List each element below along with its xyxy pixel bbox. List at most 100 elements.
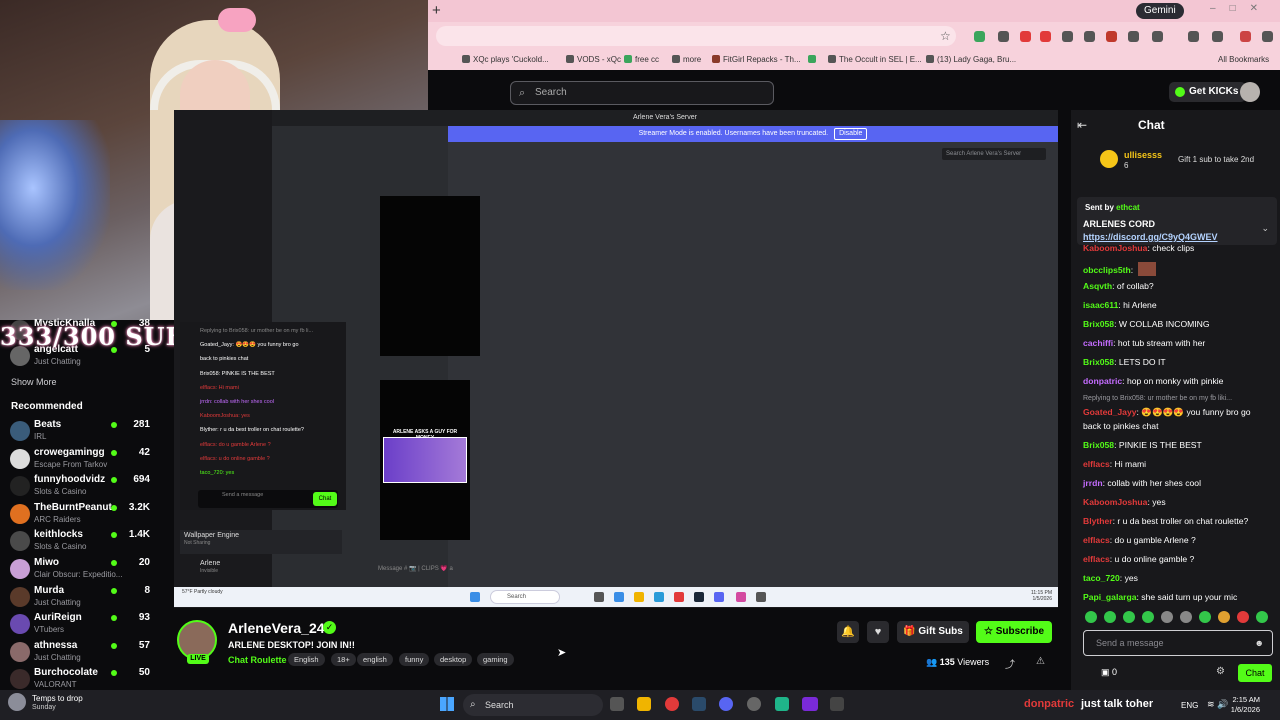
get-kicks-button[interactable]: Get KICKs <box>1169 82 1247 102</box>
share-icon[interactable]: ⤴ <box>1005 656 1015 671</box>
bookmark-item[interactable]: XQc plays 'Cuckold... <box>462 55 549 64</box>
wifi-icon[interactable]: ≋ 🔊 <box>1207 699 1228 710</box>
extension-icon[interactable] <box>1020 31 1031 42</box>
extension-icon[interactable] <box>1084 31 1095 42</box>
stream-tag[interactable]: 18+ <box>331 653 356 666</box>
task-view-icon[interactable] <box>610 697 624 711</box>
language-indicator[interactable]: ENG <box>1181 701 1198 710</box>
extension-icon[interactable] <box>1188 31 1199 42</box>
emote-icon[interactable] <box>1123 611 1135 623</box>
extension-icon[interactable] <box>1212 31 1223 42</box>
collapse-chat-icon[interactable]: ⇤ <box>1077 118 1087 132</box>
emote-icon[interactable] <box>1085 611 1097 623</box>
pinned-link[interactable]: https://discord.gg/C9yQ4GWEV <box>1083 232 1218 242</box>
obs-icon[interactable] <box>747 697 761 711</box>
emote-icon[interactable] <box>1218 611 1230 623</box>
chat-username[interactable]: Papi_galarga <box>1083 592 1137 602</box>
taskbar-clock[interactable]: 2:15 AM 1/6/2026 <box>1231 695 1260 715</box>
chat-username[interactable]: Brix058 <box>1083 319 1114 329</box>
chat-username[interactable]: obcclips5th <box>1083 265 1131 275</box>
chat-message[interactable]: Blyther: r u da best troller on chat rou… <box>1083 516 1248 526</box>
sidebar-recommended-channel[interactable]: Beats IRL 281 <box>6 419 170 445</box>
chat-message[interactable]: elflacs: u do online gamble ? <box>1083 554 1194 564</box>
report-icon[interactable]: ⚠ <box>1036 656 1045 667</box>
chat-username[interactable]: elflacs <box>1083 459 1110 469</box>
sidebar-recommended-channel[interactable]: Murda Just Chatting 8 <box>6 585 170 611</box>
omnibox[interactable] <box>436 26 956 46</box>
discord-message-input[interactable]: Message # 📷 | CLIPS 💗 a <box>350 560 1056 578</box>
search-input[interactable]: ⌕ Search <box>510 81 774 105</box>
stream-tag[interactable]: funny <box>399 653 430 666</box>
gear-icon[interactable]: ⚙ <box>1216 666 1225 677</box>
stream-category[interactable]: Chat Roulette <box>228 655 287 665</box>
windows-start-icon[interactable] <box>440 697 454 711</box>
user-avatar[interactable] <box>1240 82 1260 102</box>
sidebar-recommended-channel[interactable]: athnessa Just Chatting 57 <box>6 640 170 666</box>
bookmark-item[interactable]: VODS - xQc <box>566 55 621 64</box>
chat-message[interactable]: Papi_galarga: she said turn up your mic <box>1083 592 1237 602</box>
weather-icon[interactable] <box>8 693 26 711</box>
chat-message[interactable]: elflacs: do u gamble Arlene ? <box>1083 535 1196 545</box>
bookmark-item[interactable]: free cc <box>624 55 659 64</box>
chat-send-button[interactable]: Chat <box>1238 664 1272 682</box>
emote-icon[interactable] <box>1142 611 1154 623</box>
bookmark-item[interactable] <box>808 55 819 64</box>
sidebar-recommended-channel[interactable]: crowegamingg Escape From Tarkov 42 <box>6 447 170 473</box>
notifications-bell-icon[interactable]: 🔔 <box>837 621 859 643</box>
gift-leaderboard[interactable]: ullisesss 6 Gift 1 sub to take 2nd <box>1100 150 1270 170</box>
chat-username[interactable]: taco_720 <box>1083 573 1120 583</box>
sidebar-recommended-channel[interactable]: funnyhoodvidz Slots & Casino 694 <box>6 474 170 500</box>
sidebar-recommended-channel[interactable]: Miwo Clair Obscur: Expeditio... 20 <box>6 557 170 583</box>
chat-message[interactable]: Brix058: LETS DO IT <box>1083 357 1166 367</box>
new-tab-icon[interactable]: + <box>432 2 441 19</box>
subscribe-button[interactable]: ☆ Subscribe <box>976 621 1052 643</box>
emote-icon[interactable] <box>1237 611 1249 623</box>
chevron-down-icon[interactable]: ⌄ <box>1261 223 1269 234</box>
chat-message[interactable]: elflacs: Hi mami <box>1083 459 1146 469</box>
sidebar-recommended-channel[interactable]: TheBurntPeanut ARC Raiders 3.2K <box>6 502 170 528</box>
bookmark-star-icon[interactable]: ☆ <box>940 29 951 43</box>
chrome-icon[interactable] <box>665 697 679 711</box>
chat-message[interactable]: Brix058: PINKIE IS THE BEST <box>1083 440 1202 450</box>
profile-icon[interactable] <box>1240 31 1251 42</box>
extension-icon[interactable] <box>974 31 985 42</box>
chat-username[interactable]: elflacs <box>1083 554 1110 564</box>
emote-icon[interactable] <box>1256 611 1268 623</box>
app-icon[interactable] <box>802 697 818 711</box>
chat-message[interactable]: Goated_Jayy: 😍😍😍😍 you funny bro go <box>1083 407 1251 418</box>
stream-tag[interactable]: gaming <box>477 653 514 666</box>
emote-icon[interactable] <box>1180 611 1192 623</box>
chat-input[interactable]: Send a message ☻ <box>1083 630 1273 656</box>
app-icon[interactable] <box>830 697 844 711</box>
window-controls[interactable]: –□✕ <box>1210 3 1272 14</box>
gemini-button[interactable]: Gemini <box>1136 3 1184 19</box>
chat-username[interactable]: Brix058 <box>1083 357 1114 367</box>
app-icon[interactable] <box>775 697 789 711</box>
chat-username[interactable]: isaac611 <box>1083 300 1118 310</box>
chat-message[interactable]: KaboomJoshua: yes <box>1083 497 1166 507</box>
chat-message[interactable]: taco_720: yes <box>1083 573 1138 583</box>
stream-tag[interactable]: English <box>288 653 325 666</box>
bookmark-item[interactable]: (13) Lady Gaga, Bru... <box>926 55 1016 64</box>
extension-icon[interactable] <box>1040 31 1051 42</box>
extension-icon[interactable] <box>1062 31 1073 42</box>
sidebar-recommended-channel[interactable]: keithlocks Slots & Casino 1.4K <box>6 529 170 555</box>
menu-icon[interactable] <box>1262 31 1273 42</box>
pinned-message[interactable]: Sent by ethcat ARLENES CORD https://disc… <box>1077 197 1277 245</box>
steam-icon[interactable] <box>692 697 706 711</box>
emoji-icon[interactable]: ☻ <box>1255 631 1264 655</box>
chat-username[interactable]: donpatric <box>1083 376 1122 386</box>
stream-tag[interactable]: english <box>357 653 393 666</box>
disable-button[interactable]: Disable <box>834 128 868 140</box>
chat-username[interactable]: elflacs <box>1083 535 1110 545</box>
chat-message[interactable]: jrrdn: collab with her shes cool <box>1083 478 1201 488</box>
show-more-button[interactable]: Show More <box>11 377 57 387</box>
discord-icon[interactable] <box>719 697 733 711</box>
chat-username[interactable]: Blyther <box>1083 516 1113 526</box>
channel-name[interactable]: ArleneVera_24 <box>228 620 325 636</box>
chat-message[interactable]: Brix058: W COLLAB INCOMING <box>1083 319 1210 329</box>
emote-icon[interactable] <box>1161 611 1173 623</box>
chat-username[interactable]: KaboomJoshua <box>1083 497 1147 507</box>
extension-icon[interactable] <box>998 31 1009 42</box>
stream-tag[interactable]: desktop <box>434 653 473 666</box>
